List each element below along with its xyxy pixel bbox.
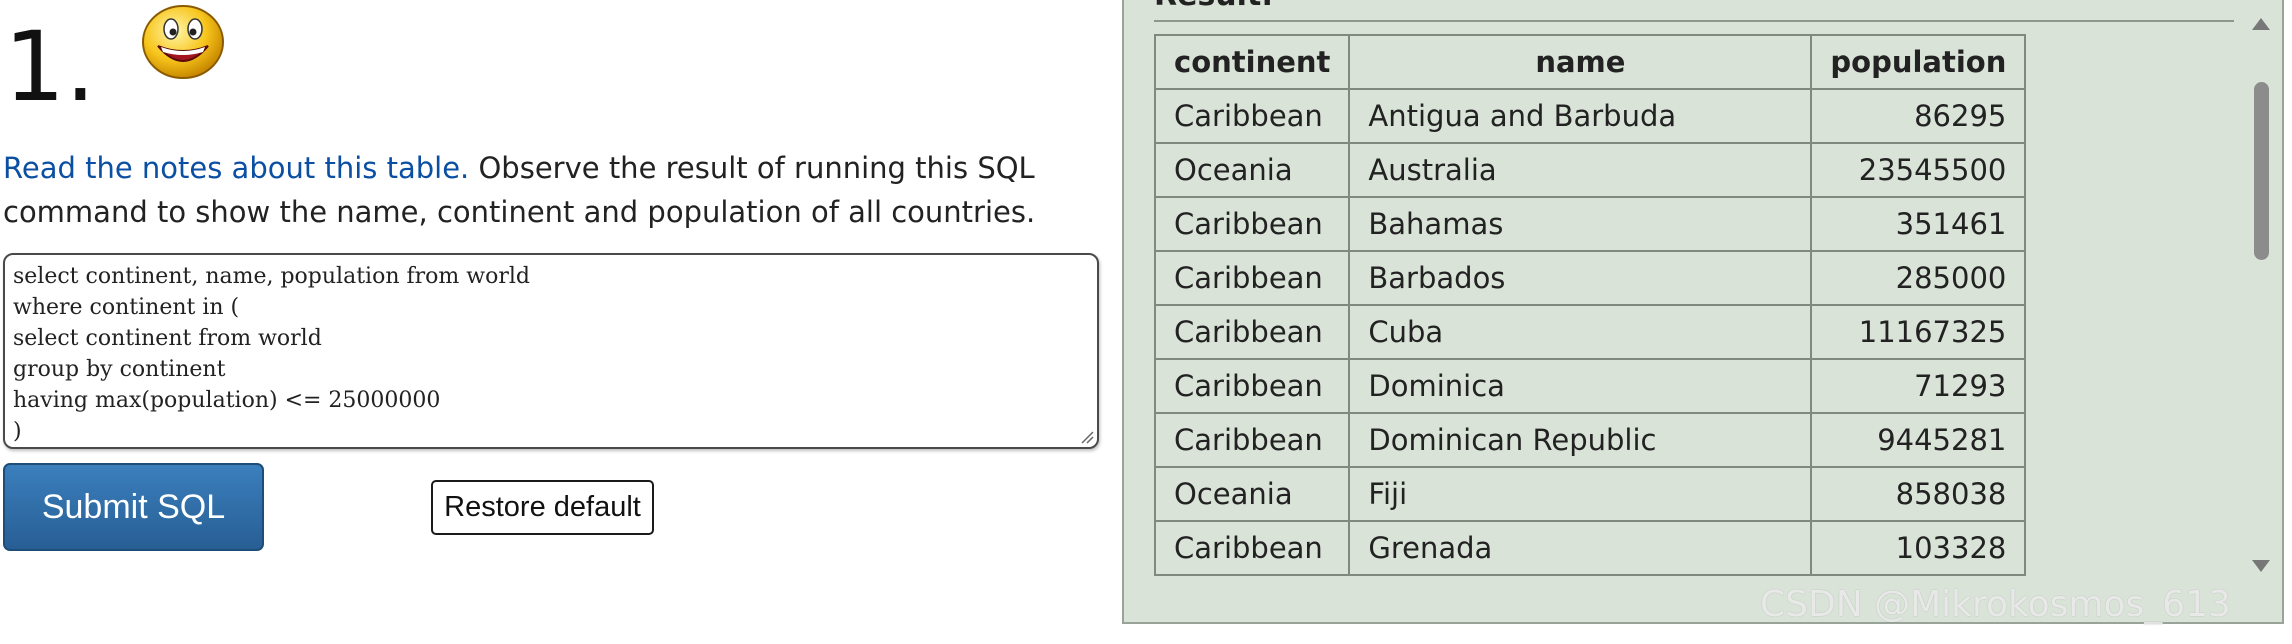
sql-line: select continent from world (13, 326, 322, 351)
scroll-thumb[interactable] (2254, 82, 2269, 260)
table-row: Oceania Australia 23545500 (1153, 142, 2027, 198)
question-number: 1. (4, 11, 96, 123)
cell-continent: Oceania (1153, 142, 1351, 198)
table-row: Caribbean Antigua and Barbuda 86295 (1153, 88, 2027, 144)
cell-continent: Caribbean (1153, 304, 1351, 360)
cell-continent: Oceania (1153, 466, 1351, 522)
result-panel: Result: continent name population Caribb… (1122, 0, 2284, 624)
table-row: Caribbean Barbados 285000 (1153, 250, 2027, 306)
cell-population: 23545500 (1810, 142, 2027, 198)
cell-population: 86295 (1810, 88, 2027, 144)
cell-continent: Caribbean (1153, 250, 1351, 306)
cell-continent: Caribbean (1153, 412, 1351, 468)
table-row: Caribbean Bahamas 351461 (1153, 196, 2027, 252)
cell-name: Bahamas (1348, 196, 1813, 252)
cell-continent: Caribbean (1153, 358, 1351, 414)
cell-name: Antigua and Barbuda (1348, 88, 1813, 144)
sql-line: select continent, name, population from … (13, 264, 530, 289)
cell-continent: Caribbean (1153, 88, 1351, 144)
result-table: continent name population Caribbean Anti… (1153, 34, 2027, 576)
vertical-scrollbar[interactable] (2242, 0, 2282, 622)
cell-population: 11167325 (1810, 304, 2027, 360)
sql-line: where continent in ( (13, 295, 240, 320)
legend-divider (1154, 20, 2234, 22)
table-row: Caribbean Dominica 71293 (1153, 358, 2027, 414)
scroll-down-arrow-icon[interactable] (2252, 560, 2270, 572)
restore-default-button[interactable]: Restore default (431, 480, 654, 535)
cell-population: 285000 (1810, 250, 2027, 306)
table-header-row: continent name population (1153, 34, 2027, 90)
result-legend: Result: (1154, 0, 1273, 13)
table-row: Caribbean Cuba 11167325 (1153, 304, 2027, 360)
cell-name: Cuba (1348, 304, 1813, 360)
column-header-name: name (1348, 34, 1813, 90)
sql-editor[interactable]: select continent, name, population from … (3, 253, 1099, 449)
watermark: CSDN @Mikrokosmos_613 (1760, 584, 2231, 625)
cell-population: 9445281 (1810, 412, 2027, 468)
column-header-continent: continent (1153, 34, 1351, 90)
cell-name: Fiji (1348, 466, 1813, 522)
grinning-smiley-icon (142, 5, 224, 79)
cell-name: Dominica (1348, 358, 1813, 414)
table-row: Caribbean Dominican Republic 9445281 (1153, 412, 2027, 468)
scroll-up-arrow-icon[interactable] (2252, 18, 2270, 30)
intro-paragraph: Read the notes about this table. Observe… (3, 146, 1113, 234)
cell-population: 858038 (1810, 466, 2027, 522)
cell-continent: Caribbean (1153, 520, 1351, 576)
table-notes-link[interactable]: Read the notes about this table. (3, 151, 469, 185)
table-row: Caribbean Grenada 103328 (1153, 520, 2027, 576)
column-header-population: population (1810, 34, 2027, 90)
cell-population: 103328 (1810, 520, 2027, 576)
cell-population: 351461 (1810, 196, 2027, 252)
cell-name: Dominican Republic (1348, 412, 1813, 468)
sql-line: having max(population) <= 25000000 (13, 388, 441, 413)
cell-population: 71293 (1810, 358, 2027, 414)
cell-name: Australia (1348, 142, 1813, 198)
cell-name: Barbados (1348, 250, 1813, 306)
submit-sql-button[interactable]: Submit SQL (3, 463, 264, 551)
cell-name: Grenada (1348, 520, 1813, 576)
sql-line: group by continent (13, 357, 226, 382)
sql-line: ) (13, 419, 22, 444)
table-row: Oceania Fiji 858038 (1153, 466, 2027, 522)
resize-grip-icon[interactable] (1080, 430, 1094, 444)
cell-continent: Caribbean (1153, 196, 1351, 252)
